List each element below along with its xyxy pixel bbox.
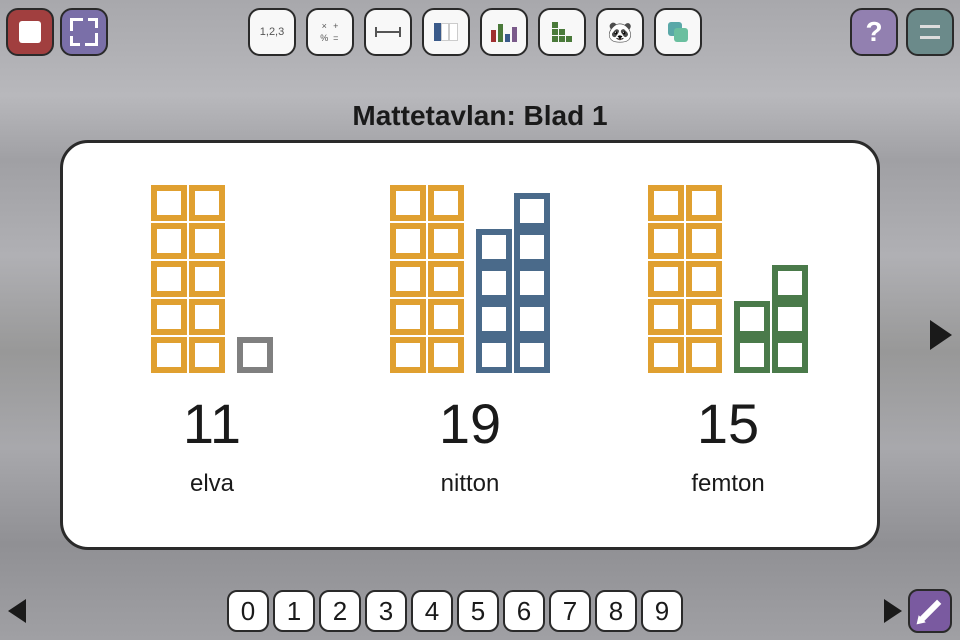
stop-button[interactable] xyxy=(6,8,54,56)
number-word: femton xyxy=(691,470,764,498)
digit-4[interactable]: 4 xyxy=(411,590,453,632)
prev-digits-arrow[interactable] xyxy=(8,599,26,623)
tens-tower xyxy=(648,185,722,373)
blocks-tool-button[interactable] xyxy=(538,8,586,56)
numberline-tool-button[interactable] xyxy=(364,8,412,56)
block-viz-0 xyxy=(151,173,273,373)
digit-1[interactable]: 1 xyxy=(273,590,315,632)
numberline-icon xyxy=(375,31,401,33)
numeral: 11 xyxy=(183,391,241,456)
top-toolbar: 1,2,3 ×+ %= 🐼 ? xyxy=(0,6,960,58)
digit-5[interactable]: 5 xyxy=(457,590,499,632)
bottom-toolbar: 0 1 2 3 4 5 6 7 8 9 xyxy=(0,588,960,634)
shapes-icon xyxy=(666,20,690,44)
settings-icon xyxy=(917,19,943,45)
fullscreen-button[interactable] xyxy=(60,8,108,56)
number-word: nitton xyxy=(441,470,500,498)
number-column-0: 11 elva xyxy=(92,173,332,527)
digit-9[interactable]: 9 xyxy=(641,590,683,632)
digit-0[interactable]: 0 xyxy=(227,590,269,632)
block-viz-1 xyxy=(390,173,550,373)
digit-2[interactable]: 2 xyxy=(319,590,361,632)
next-page-arrow[interactable] xyxy=(930,320,952,350)
numbers-tool-button[interactable]: 1,2,3 xyxy=(248,8,296,56)
panda-tool-button[interactable]: 🐼 xyxy=(596,8,644,56)
tens-tower xyxy=(390,185,464,373)
tens-tower xyxy=(151,185,225,373)
operations-tool-button[interactable]: ×+ %= xyxy=(306,8,354,56)
fullscreen-icon xyxy=(70,18,98,46)
ones-blocks xyxy=(476,193,550,373)
block-viz-2 xyxy=(648,173,808,373)
blocks-icon xyxy=(552,22,572,42)
operations-icon: ×+ %= xyxy=(319,21,341,43)
number-word: elva xyxy=(190,470,234,498)
next-digits-arrow[interactable] xyxy=(884,599,902,623)
content-card: 11 elva 19 nitton xyxy=(60,140,880,550)
help-icon: ? xyxy=(865,16,882,48)
fractions-tool-button[interactable] xyxy=(422,8,470,56)
number-column-2: 15 femton xyxy=(608,173,848,527)
barchart-icon xyxy=(491,22,517,42)
settings-button[interactable] xyxy=(906,8,954,56)
digit-8[interactable]: 8 xyxy=(595,590,637,632)
digit-7[interactable]: 7 xyxy=(549,590,591,632)
barchart-tool-button[interactable] xyxy=(480,8,528,56)
panda-icon: 🐼 xyxy=(608,20,633,45)
digit-3[interactable]: 3 xyxy=(365,590,407,632)
shapes-tool-button[interactable] xyxy=(654,8,702,56)
draw-button[interactable] xyxy=(908,589,952,633)
numbers-icon: 1,2,3 xyxy=(260,27,284,38)
ones-blocks xyxy=(734,265,808,373)
stop-icon xyxy=(19,21,41,43)
number-column-1: 19 nitton xyxy=(350,173,590,527)
page-title: Mattetavlan: Blad 1 xyxy=(0,100,960,132)
fractions-icon xyxy=(434,23,458,41)
numeral: 19 xyxy=(439,391,501,456)
numeral: 15 xyxy=(697,391,759,456)
help-button[interactable]: ? xyxy=(850,8,898,56)
pencil-icon xyxy=(919,600,942,623)
digit-6[interactable]: 6 xyxy=(503,590,545,632)
ones-blocks xyxy=(237,337,273,373)
digit-palette: 0 1 2 3 4 5 6 7 8 9 xyxy=(227,590,683,632)
